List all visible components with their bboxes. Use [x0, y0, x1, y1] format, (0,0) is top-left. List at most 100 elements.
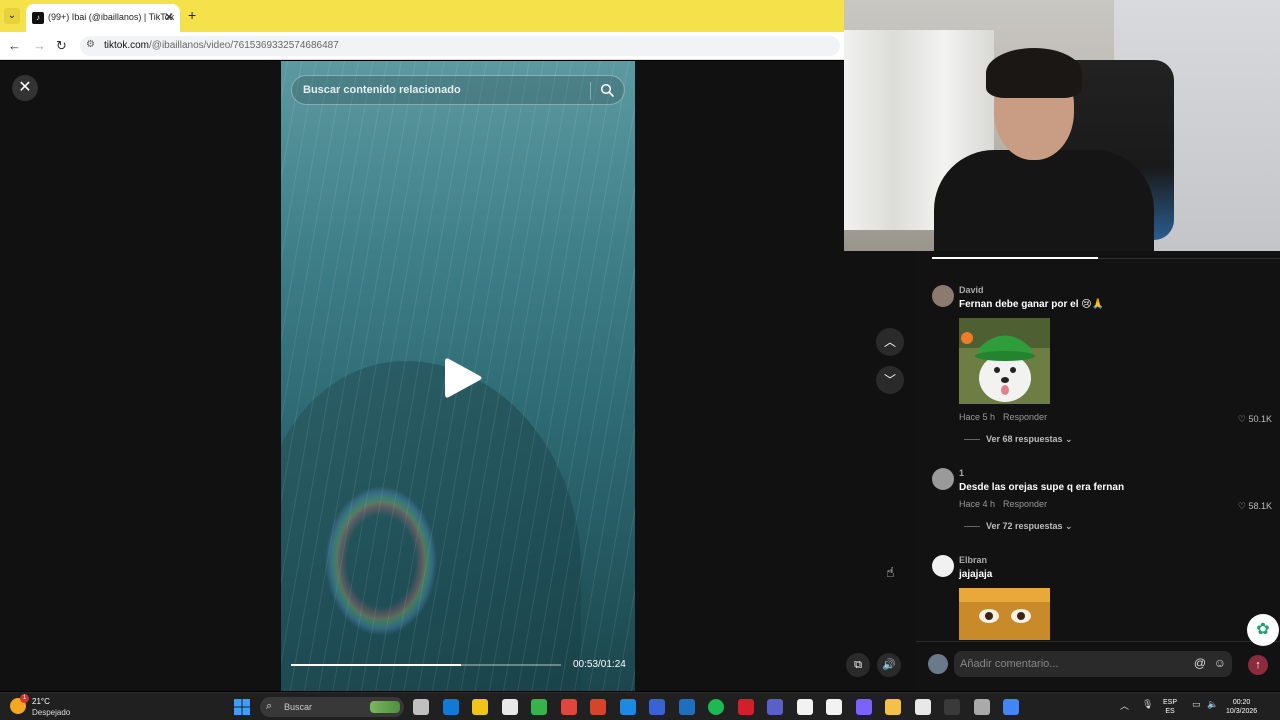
file-explorer-icon[interactable]: [885, 699, 901, 715]
brave-icon[interactable]: [590, 699, 606, 715]
document-icon[interactable]: [826, 699, 842, 715]
teams-icon[interactable]: [767, 699, 783, 715]
tab-close-icon[interactable]: ✕: [164, 10, 174, 24]
like-count: 50.1K: [1248, 414, 1272, 424]
close-icon[interactable]: ✕: [12, 75, 38, 101]
heart-icon: ♡: [1237, 501, 1246, 511]
speaker-icon[interactable]: 🔈: [1207, 699, 1218, 710]
url-host: tiktok.com: [104, 40, 150, 51]
tab-title: (99+) Ibai (@ibaillanos) | TikTok: [48, 12, 175, 22]
store-bag-icon[interactable]: [914, 699, 931, 715]
document-icon[interactable]: [796, 699, 813, 715]
taskbar-search-label: Buscar: [284, 702, 313, 712]
comment-likes[interactable]: ♡ 50.1K: [1238, 414, 1272, 425]
comment-meta: Hace 5 h Responder: [959, 412, 1055, 422]
site-info-icon[interactable]: ⚙: [86, 39, 95, 50]
mention-icon[interactable]: @: [1194, 656, 1206, 670]
weather-description[interactable]: Despejado: [32, 708, 70, 717]
search-icon: ⌕: [266, 700, 273, 712]
comments-tab-active-indicator: [932, 257, 1098, 259]
epic-games-icon[interactable]: [944, 699, 960, 715]
clock-time: 00:20: [1232, 699, 1251, 706]
search-icon[interactable]: [600, 83, 614, 97]
comment-username[interactable]: David: [959, 285, 984, 295]
store-icon[interactable]: [619, 699, 636, 715]
comment-likes[interactable]: ♡ 58.1K: [1238, 501, 1272, 512]
keyboard-layout: ES: [1165, 708, 1175, 715]
view-replies-button[interactable]: Ver 72 respuestas ⌄: [964, 521, 1073, 532]
avatar[interactable]: [932, 468, 954, 490]
url-field[interactable]: ⚙ tiktok.com/@ibaillanos/video/761536933…: [80, 36, 840, 56]
comment-text: Fernan debe ganar por el 😢🙏: [959, 299, 1105, 310]
chrome-icon[interactable]: [560, 699, 577, 715]
settings-icon[interactable]: [973, 699, 990, 715]
network-icon[interactable]: ▭: [1192, 699, 1201, 710]
weather-temperature[interactable]: 21°C: [32, 697, 50, 706]
comment-meta: Hace 4 h Responder: [959, 499, 1055, 509]
playback-time: 00:53/01:24: [573, 659, 626, 670]
chatgpt-assistant-icon[interactable]: ✿: [1247, 614, 1279, 646]
tiktok-video-page: ✕ Buscar contenido relacionado 00:53/01:…: [0, 61, 916, 691]
send-arrow-up-icon[interactable]: ↑: [1248, 655, 1268, 675]
related-search-input[interactable]: Buscar contenido relacionado: [291, 75, 625, 105]
search-divider: [590, 82, 591, 100]
webcam-overlay: [844, 0, 1280, 251]
view-replies-button[interactable]: Ver 68 respuestas ⌄: [964, 434, 1073, 445]
play-icon[interactable]: [443, 356, 483, 400]
comment-text: jajajaja: [959, 569, 993, 580]
webcam-person-body: [934, 150, 1154, 251]
comment-input-bar: Añadir comentario... @ ☺ ↑: [916, 641, 1280, 691]
url-text: tiktok.com/@ibaillanos/video/76153693325…: [104, 40, 339, 51]
browser-tab-tiktok[interactable]: ♪ (99+) Ibai (@ibaillanos) | TikTok ✕: [26, 4, 180, 32]
comment-image-dog[interactable]: [959, 318, 1050, 404]
comment-username[interactable]: 1: [959, 468, 964, 478]
reply-button[interactable]: Responder: [1003, 412, 1047, 422]
address-bar: ← → ↻ ⚙ tiktok.com/@ibaillanos/video/761…: [0, 32, 844, 60]
reload-icon[interactable]: ↻: [56, 38, 67, 54]
avatar[interactable]: [932, 285, 954, 307]
comment-time: Hace 4 h: [959, 499, 996, 509]
progress-bar[interactable]: [291, 664, 561, 666]
volume-icon[interactable]: 🔊: [877, 653, 901, 677]
minecraft-icon[interactable]: [472, 699, 488, 715]
miniplayer-icon[interactable]: ⧉: [846, 653, 870, 677]
progress-fill: [291, 664, 462, 666]
taskbar-search-input[interactable]: ⌕ Buscar: [260, 697, 404, 717]
language-code: ESP: [1163, 699, 1178, 706]
forward-icon[interactable]: →: [33, 38, 46, 53]
next-video-chevron-down-icon[interactable]: ﹀: [876, 366, 904, 394]
edge-icon[interactable]: [442, 699, 459, 715]
windows-start-icon[interactable]: [234, 699, 250, 715]
nvidia-icon[interactable]: [531, 699, 547, 715]
clock-date: 10/3/2026: [1226, 708, 1258, 715]
previous-video-chevron-up-icon[interactable]: ︿: [876, 328, 904, 356]
avatar[interactable]: [932, 555, 954, 577]
new-tab-icon[interactable]: +: [188, 7, 196, 23]
avatar[interactable]: [928, 654, 948, 674]
spotify-icon[interactable]: [708, 699, 724, 715]
copilot-icon[interactable]: [855, 699, 872, 715]
tab-search-dropdown-icon[interactable]: ⌄: [4, 8, 20, 24]
mail-icon[interactable]: [678, 699, 695, 715]
comment-image-face[interactable]: [959, 588, 1050, 640]
task-view-icon[interactable]: [413, 699, 429, 715]
microphone-icon[interactable]: 🎙: [1142, 699, 1153, 710]
language-indicator[interactable]: ESP ES: [1163, 698, 1177, 716]
comment-placeholder: Añadir comentario...: [960, 658, 1059, 670]
browser-tab-bar: ⌄ ♪ (99+) Ibai (@ibaillanos) | TikTok ✕ …: [0, 0, 844, 32]
webcam-person-hair: [986, 48, 1082, 98]
reply-button[interactable]: Responder: [1003, 499, 1047, 509]
comment-input[interactable]: Añadir comentario... @ ☺: [954, 651, 1232, 677]
comment-username[interactable]: Elbran: [959, 555, 987, 565]
back-icon[interactable]: ←: [8, 38, 21, 53]
taskbar-clock[interactable]: 00:20 10/3/2026: [1226, 698, 1257, 716]
comment-text: Desde las orejas supe q era fernan: [959, 482, 1125, 493]
related-search-placeholder: Buscar contenido relacionado: [303, 84, 461, 96]
chrome-active-icon[interactable]: [1003, 699, 1019, 715]
opera-icon[interactable]: [737, 699, 754, 715]
capcut-icon[interactable]: [501, 699, 518, 715]
emoji-icon[interactable]: ☺: [1214, 656, 1226, 670]
heart-icon: ♡: [1237, 414, 1246, 424]
app-icon[interactable]: [649, 699, 665, 715]
tray-chevron-up-icon[interactable]: ︿: [1120, 699, 1129, 712]
